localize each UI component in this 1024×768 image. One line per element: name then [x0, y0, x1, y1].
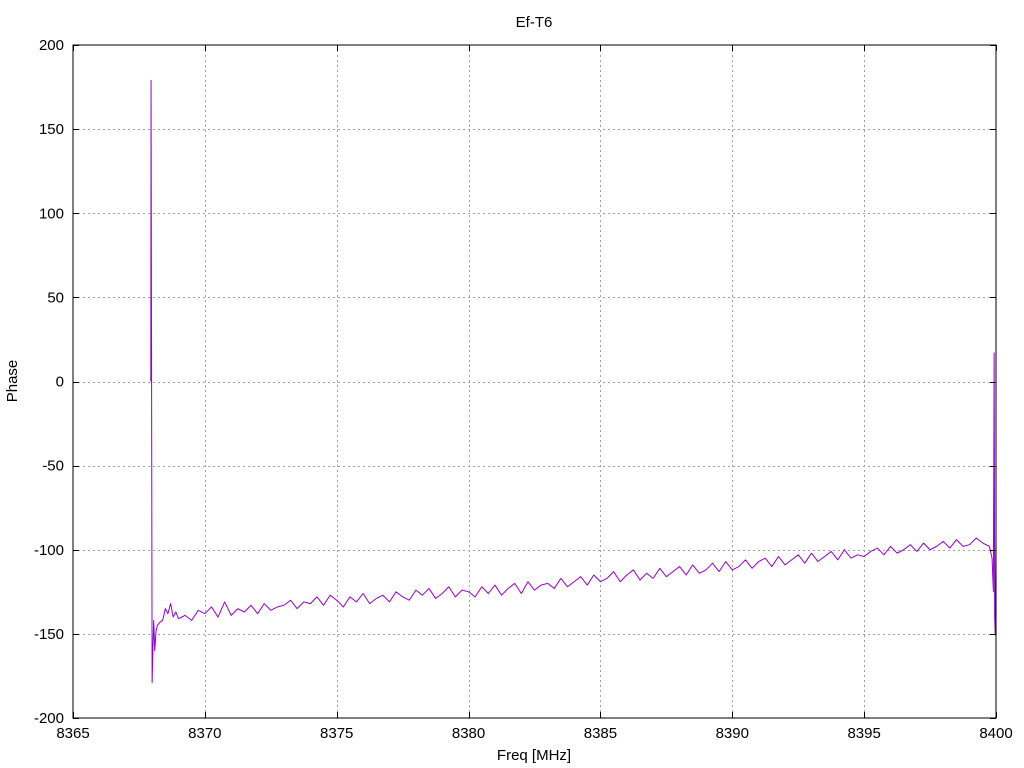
x-tick-label: 8375 — [320, 725, 353, 742]
y-tick-label: -100 — [34, 542, 64, 559]
plot-area-frame — [72, 44, 997, 719]
grid — [73, 45, 996, 718]
chart-title: Ef-T6 — [516, 14, 553, 31]
y-tick-label: 50 — [47, 289, 64, 306]
x-tick-label: 8400 — [979, 725, 1012, 742]
y-tick-label: 100 — [39, 205, 64, 222]
x-tick-label: 8365 — [56, 725, 89, 742]
line-chart: Ef-T6 8365 8370 8375 8380 8385 8390 8395 8400 -… — [4, 14, 1013, 764]
y-tick-label: -50 — [42, 458, 64, 475]
axis-ticks — [73, 45, 997, 719]
x-tick-label: 8385 — [584, 725, 617, 742]
phase-series-line — [150, 79, 997, 684]
x-tick-label: 8390 — [716, 725, 749, 742]
x-axis-label: Freq [MHz] — [497, 747, 571, 764]
x-tick-label: 8395 — [847, 725, 880, 742]
series-layer — [150, 79, 997, 684]
x-tick-label: 8370 — [188, 725, 221, 742]
y-tick-label: 0 — [56, 374, 64, 391]
y-tick-label: -200 — [34, 710, 64, 727]
x-tick-label: 8380 — [452, 725, 485, 742]
y-tick-label: 150 — [39, 121, 64, 138]
x-axis-tick-labels: 8365 8370 8375 8380 8385 8390 8395 8400 — [56, 725, 1012, 742]
y-tick-label: 200 — [39, 37, 64, 54]
y-tick-label: -150 — [34, 626, 64, 643]
y-axis-label: Phase — [4, 360, 21, 403]
y-axis-tick-labels: -200 -150 -100 -50 0 50 100 150 200 — [34, 37, 64, 727]
